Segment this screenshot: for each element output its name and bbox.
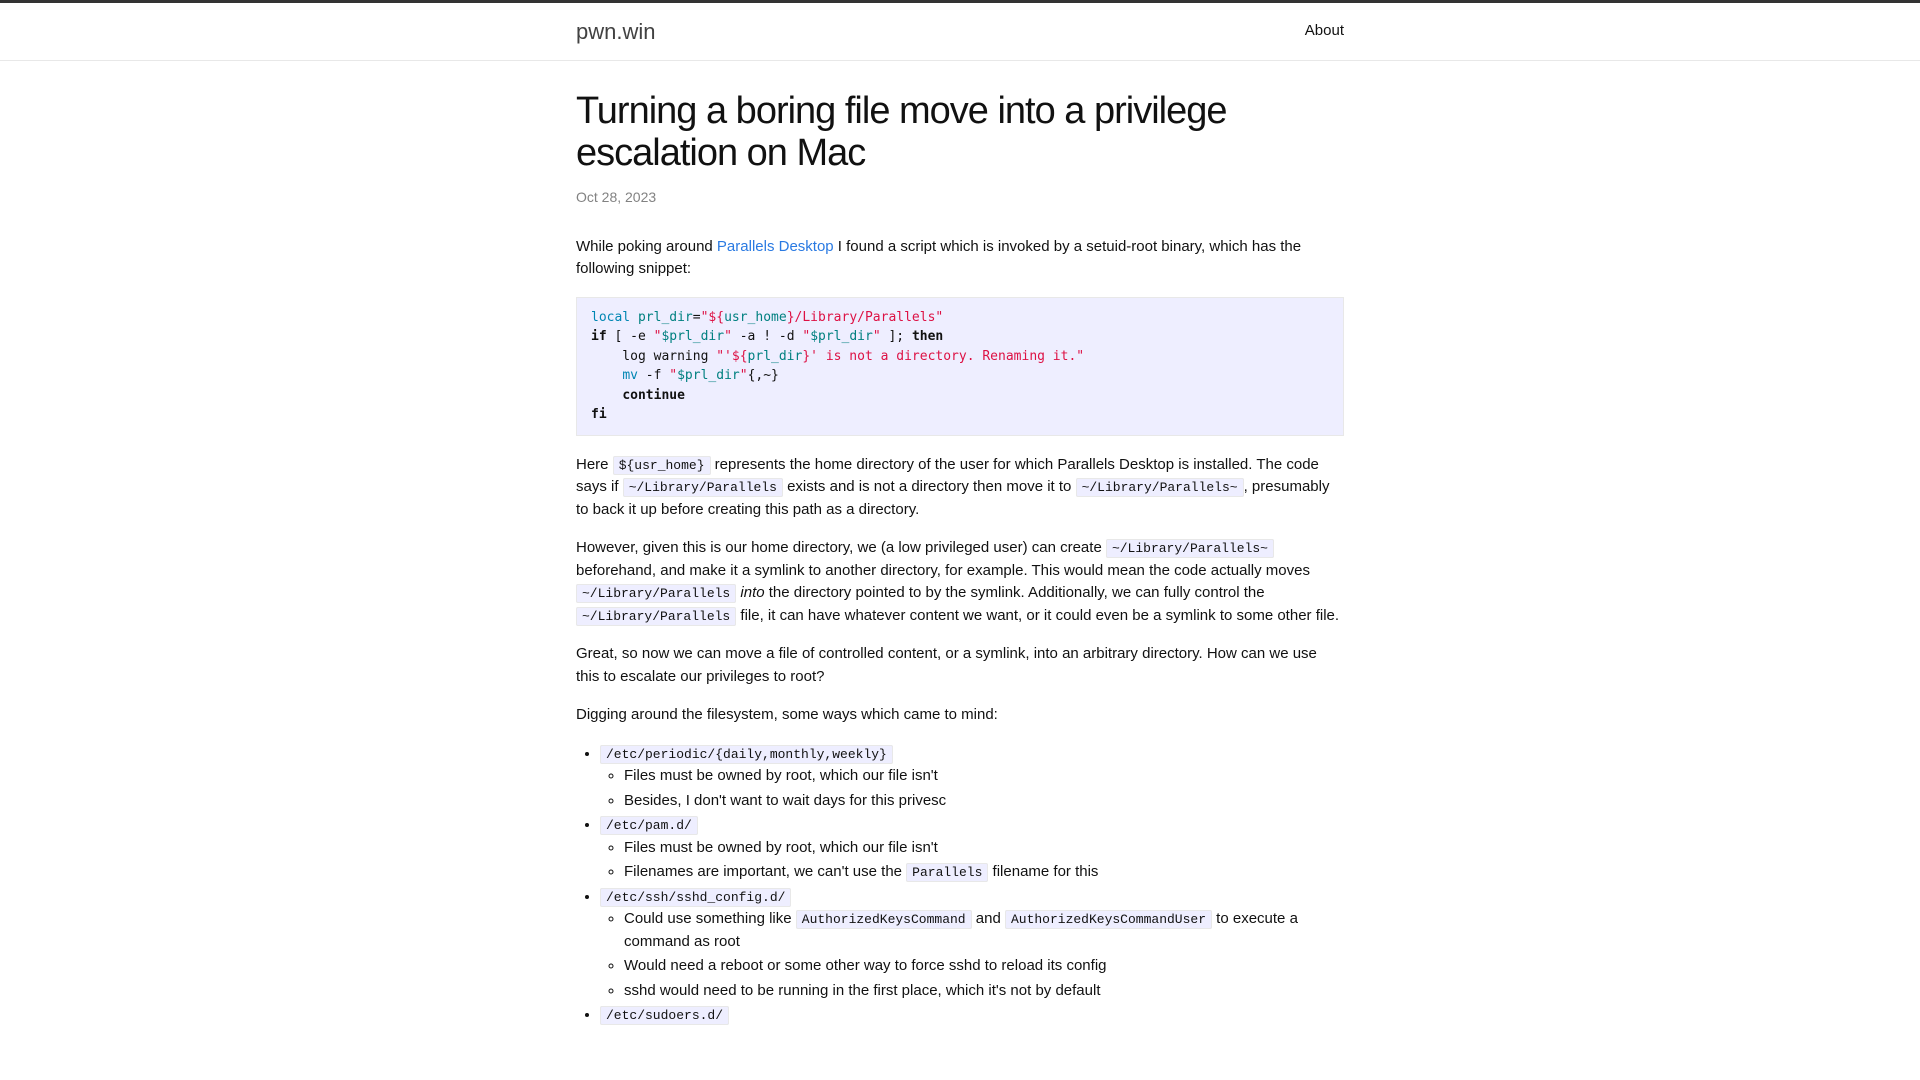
code-snippet-1: local prl_dir="${usr_home}/Library/Paral… bbox=[576, 297, 1344, 436]
inline-code: ~/Library/Parallels bbox=[623, 478, 783, 497]
inline-code: ~/Library/Parallels bbox=[576, 607, 736, 626]
site-header: pwn.win About bbox=[0, 3, 1920, 61]
parallels-desktop-link[interactable]: Parallels Desktop bbox=[717, 238, 834, 255]
list-item: sshd would need to be running in the fir… bbox=[624, 980, 1344, 1003]
post-date: Oct 28, 2023 bbox=[576, 187, 1344, 208]
list-item: Filenames are important, we can't use th… bbox=[624, 861, 1344, 884]
paragraph-intro: While poking around Parallels Desktop I … bbox=[576, 236, 1344, 281]
inline-code: ${usr_home} bbox=[613, 456, 711, 475]
list-item: Files must be owned by root, which our f… bbox=[624, 765, 1344, 788]
paragraph-5: Digging around the filesystem, some ways… bbox=[576, 704, 1344, 727]
paragraph-4: Great, so now we can move a file of cont… bbox=[576, 643, 1344, 688]
list-item: Files must be owned by root, which our f… bbox=[624, 837, 1344, 860]
post-content: Turning a boring file move into a privil… bbox=[576, 61, 1344, 1027]
list-item: /etc/pam.d/ Files must be owned by root,… bbox=[600, 814, 1344, 884]
inline-code: Parallels bbox=[906, 863, 988, 882]
inline-code: ~/Library/Parallels~ bbox=[1106, 539, 1274, 558]
paragraph-3: However, given this is our home director… bbox=[576, 537, 1344, 627]
list-item: /etc/sudoers.d/ bbox=[600, 1004, 1344, 1027]
list-item: Would need a reboot or some other way to… bbox=[624, 955, 1344, 978]
list-item: /etc/periodic/{daily,monthly,weekly} Fil… bbox=[600, 743, 1344, 813]
site-title-link[interactable]: pwn.win bbox=[576, 15, 655, 48]
post-title: Turning a boring file move into a privil… bbox=[576, 91, 1344, 175]
list-item: /etc/ssh/sshd_config.d/ Could use someth… bbox=[600, 886, 1344, 1003]
paragraph-2: Here ${usr_home} represents the home dir… bbox=[576, 454, 1344, 522]
inline-code: ~/Library/Parallels bbox=[576, 584, 736, 603]
nav-about-link[interactable]: About bbox=[1305, 20, 1344, 43]
inline-code: AuthorizedKeysCommand bbox=[796, 910, 972, 929]
inline-code: /etc/sudoers.d/ bbox=[600, 1006, 729, 1025]
inline-code: /etc/pam.d/ bbox=[600, 816, 698, 835]
inline-code: /etc/ssh/sshd_config.d/ bbox=[600, 888, 791, 907]
list-item: Besides, I don't want to wait days for t… bbox=[624, 790, 1344, 813]
inline-code: AuthorizedKeysCommandUser bbox=[1005, 910, 1212, 929]
inline-code: /etc/periodic/{daily,monthly,weekly} bbox=[600, 745, 893, 764]
list-item: Could use something like AuthorizedKeysC… bbox=[624, 908, 1344, 953]
inline-code: ~/Library/Parallels~ bbox=[1076, 478, 1244, 497]
options-list: /etc/periodic/{daily,monthly,weekly} Fil… bbox=[600, 743, 1344, 1027]
